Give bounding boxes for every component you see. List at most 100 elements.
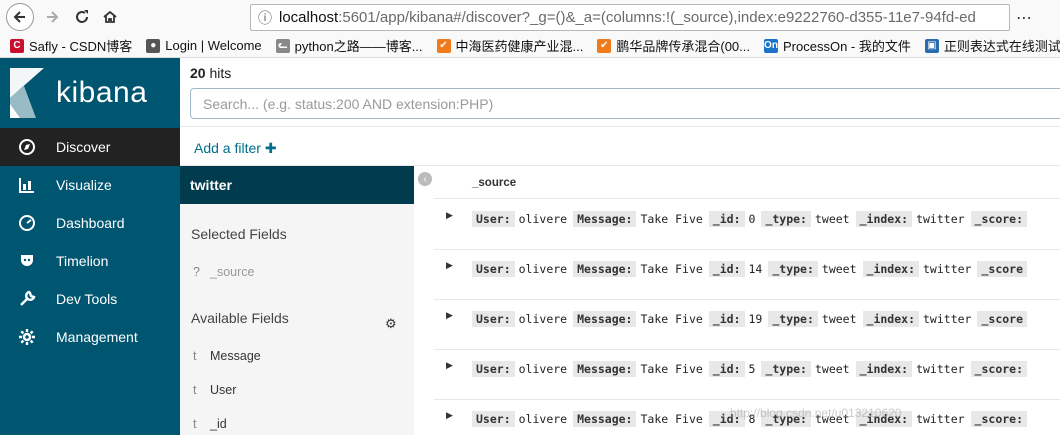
bookmark-item[interactable]: ▣ 正则表达式在线测试 - <box>924 36 1060 55</box>
kibana-logo[interactable]: kibana <box>0 58 180 128</box>
collapse-sidebar-icon[interactable]: ‹ <box>418 172 432 186</box>
field-key: _score: <box>970 211 1028 227</box>
compass-icon <box>16 136 38 158</box>
expand-row-icon[interactable]: ▶ <box>446 410 453 421</box>
field-key: User: <box>472 361 515 377</box>
field-type-icon: ? <box>193 265 200 279</box>
field-value: 19 <box>748 312 763 326</box>
field-value: olivere <box>518 362 568 376</box>
bookmark-label: 正则表达式在线测试 - <box>943 39 1060 54</box>
search-input[interactable]: Search... (e.g. status:200 AND extension… <box>190 88 1060 119</box>
field-value: 5 <box>748 362 756 376</box>
nav-item-visualize[interactable]: Visualize <box>0 166 180 204</box>
gear-icon[interactable]: ⚙ <box>385 316 397 332</box>
expand-row-icon[interactable]: ▶ <box>446 310 453 321</box>
reload-button[interactable] <box>68 3 96 31</box>
field-name: User <box>210 383 237 397</box>
bookmark-item[interactable]: ✔ 中海医药健康产业混... <box>436 36 584 55</box>
expand-row-icon[interactable]: ▶ <box>446 260 453 271</box>
add-filter-label: Add a filter <box>194 140 261 156</box>
field-value: tweet <box>814 212 850 226</box>
field-key: User: <box>472 311 515 327</box>
kibana-sidebar: kibana Discover Visualize Dashboard Timelio… <box>0 58 180 435</box>
gear-icon <box>16 326 38 348</box>
nav-item-timelion[interactable]: Timelion <box>0 242 180 280</box>
discover-main: 20 hits Search... (e.g. status:200 AND e… <box>180 58 1060 435</box>
field-item-message[interactable]: t Message <box>193 349 261 363</box>
home-button[interactable] <box>96 3 124 31</box>
forward-button[interactable] <box>38 3 66 31</box>
nav-item-label: Dev Tools <box>56 291 118 307</box>
field-key: _index: <box>862 261 919 277</box>
field-key: Message: <box>573 261 637 277</box>
bookmark-favicon-icon: ᓚ <box>275 38 290 53</box>
index-pattern-name: twitter <box>190 177 232 193</box>
field-key: _type: <box>761 361 811 377</box>
expand-row-icon[interactable]: ▶ <box>446 210 453 221</box>
reload-icon <box>76 10 88 23</box>
selected-fields-title: Selected Fields <box>191 226 287 242</box>
plus-icon: ✚ <box>264 140 277 156</box>
nav-item-label: Dashboard <box>56 215 125 231</box>
bookmark-favicon-icon: ▣ <box>924 38 939 53</box>
field-key: _id: <box>708 311 745 327</box>
field-value: tweet <box>814 362 850 376</box>
field-item-source[interactable]: ? _source <box>193 265 254 279</box>
wrench-icon <box>16 288 38 310</box>
index-pattern-selector[interactable]: twitter <box>180 166 414 204</box>
bookmark-item[interactable]: C Safly - CSDN博客 <box>10 36 132 55</box>
field-key: _score: <box>970 361 1028 377</box>
bookmark-item[interactable]: ᓚ python之路——博客... <box>275 36 423 55</box>
source-cell: User: olivere Message: Take Five _id: 14 _type… <box>472 261 1031 277</box>
field-name: _id <box>210 417 227 431</box>
timelion-icon <box>16 250 38 272</box>
field-name: Message <box>210 349 261 363</box>
bookmark-item[interactable]: On ProcessOn - 我的文件 <box>764 36 911 55</box>
browser-toolbar: ⓘ localhost:5601/app/kibana#/discover?_g… <box>0 0 1060 34</box>
column-header-source[interactable]: _source <box>472 177 516 189</box>
field-value: Take Five <box>640 362 703 376</box>
bookmark-label: ProcessOn - 我的文件 <box>783 39 911 54</box>
available-fields-title: Available Fields <box>191 310 289 326</box>
field-key: _score <box>977 261 1028 277</box>
bookmark-label: 鹏华品牌传承混合(00... <box>616 39 750 54</box>
field-value: olivere <box>518 312 568 326</box>
field-value: 0 <box>748 212 756 226</box>
string-type-icon: t <box>193 383 197 397</box>
arrow-right-icon <box>47 11 59 23</box>
string-type-icon: t <box>193 417 197 431</box>
nav-item-management[interactable]: Management <box>0 318 180 356</box>
field-value: Take Five <box>640 312 703 326</box>
url-bar[interactable]: ⓘ localhost:5601/app/kibana#/discover?_g… <box>250 4 1010 31</box>
more-menu-icon[interactable]: ⋯ <box>1016 8 1032 28</box>
field-key: _type: <box>768 261 818 277</box>
field-list: twitter Selected Fields ? _source Availa… <box>180 166 414 435</box>
bookmark-item[interactable]: ✔ 鹏华品牌传承混合(00... <box>597 36 750 55</box>
field-key: _id: <box>708 211 745 227</box>
expand-row-icon[interactable]: ▶ <box>446 360 453 371</box>
field-item-user[interactable]: t User <box>193 383 236 397</box>
add-filter-button[interactable]: Add a filter ✚ <box>194 140 277 157</box>
table-row: ▶ User: olivere Message: Take Five _id: 19 _typ… <box>434 300 1060 350</box>
bookmark-label: Login | Welcome <box>165 38 262 53</box>
nav-item-dev-tools[interactable]: Dev Tools <box>0 280 180 318</box>
field-value: olivere <box>518 262 568 276</box>
url-path: :5601/app/kibana#/discover?_g=()&_a=(col… <box>338 9 976 26</box>
field-item-id[interactable]: t _id <box>193 417 227 431</box>
back-button[interactable] <box>6 3 34 31</box>
field-key: _index: <box>855 211 913 227</box>
bookmark-item[interactable]: ● Login | Welcome <box>146 38 262 53</box>
field-key: Message: <box>573 361 637 377</box>
bookmark-label: 中海医药健康产业混... <box>455 39 584 54</box>
url-host: localhost <box>279 9 339 26</box>
field-key: _index: <box>862 311 919 327</box>
field-value: Take Five <box>640 262 703 276</box>
field-value: twitter <box>916 362 965 376</box>
field-value: olivere <box>518 212 568 226</box>
field-value: tweet <box>821 262 857 276</box>
nav-item-dashboard[interactable]: Dashboard <box>0 204 180 242</box>
field-key: _score: <box>970 411 1028 427</box>
nav-item-discover[interactable]: Discover <box>0 128 180 166</box>
field-value: twitter <box>923 312 972 326</box>
info-icon[interactable]: ⓘ <box>251 8 279 28</box>
